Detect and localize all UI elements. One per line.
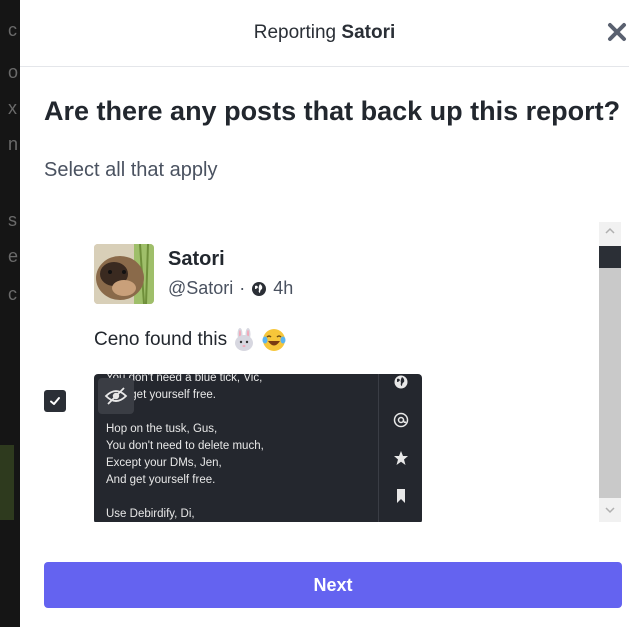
post-handle: @Satori <box>168 278 234 298</box>
scroll-thumb[interactable] <box>599 246 621 268</box>
globe-icon[interactable] <box>393 374 409 390</box>
close-icon[interactable] <box>604 19 629 45</box>
embed-line: You don't need to delete much, <box>106 440 264 452</box>
checkmark-icon <box>50 397 60 405</box>
embed-line: Except your DMs, Jen, <box>106 457 222 469</box>
mention-icon[interactable] <box>393 412 409 428</box>
post-time: 4h <box>273 278 294 298</box>
scrollbar[interactable] <box>599 222 621 522</box>
laughing-emoji-icon <box>262 329 286 351</box>
dialog-title: Reporting Satori <box>20 22 629 44</box>
post-text: Ceno found this <box>94 329 228 350</box>
hide-eye-icon[interactable] <box>98 378 134 414</box>
next-button[interactable]: Next <box>44 562 622 608</box>
post-meta: @Satori · 4h <box>168 278 293 299</box>
post-select-checkbox[interactable] <box>44 390 66 412</box>
post-list: Satori @Satori · 4h Ceno found this You … <box>20 222 629 522</box>
page-question: Are there any posts that back up this re… <box>44 96 621 126</box>
embed-line: Use Debirdify, Di, <box>106 508 195 520</box>
title-prefix: Reporting <box>253 22 337 43</box>
post-embed[interactable]: You don't need a blue tick, Vic, Just ge… <box>94 374 422 522</box>
page-subtitle: Select all that apply <box>44 159 218 181</box>
embed-action-bar <box>378 374 422 522</box>
star-icon[interactable] <box>393 450 409 466</box>
scroll-track[interactable] <box>599 268 621 498</box>
globe-icon <box>252 281 267 296</box>
post-author: Satori <box>168 248 225 270</box>
background-overlay: c o x n s e c <box>0 0 20 627</box>
scroll-up-arrow-icon[interactable] <box>599 222 621 240</box>
avatar <box>94 244 154 304</box>
scroll-down-arrow-icon[interactable] <box>599 500 621 520</box>
bookmark-icon[interactable] <box>393 488 409 504</box>
report-dialog: Reporting Satori Are there any posts tha… <box>20 0 629 627</box>
embed-line <box>106 489 264 506</box>
rabbit-emoji-icon <box>235 328 254 351</box>
post-body: Ceno found this <box>94 328 287 352</box>
embed-line: And get yourself free. <box>106 474 216 486</box>
dialog-header: Reporting Satori <box>20 0 629 67</box>
reported-account-name: Satori <box>341 22 396 43</box>
embed-line: Hop on the tusk, Gus, <box>106 423 218 435</box>
meta-separator: · <box>239 278 246 298</box>
